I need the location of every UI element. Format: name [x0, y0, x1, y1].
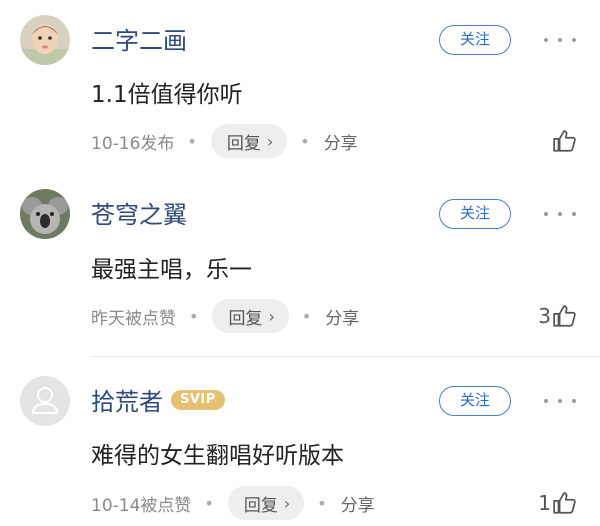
follow-button[interactable]: 关注	[439, 25, 511, 55]
comment-meta-row: 10-16发布 • 回复 › • 分享	[91, 123, 358, 159]
comment-timestamp: 昨天被点赞	[91, 308, 176, 329]
reply-button[interactable]: 回复 ›	[212, 299, 289, 333]
more-options-icon[interactable]	[544, 391, 576, 411]
separator-dot: •	[301, 306, 312, 326]
share-button[interactable]: 分享	[325, 304, 359, 329]
avatar[interactable]	[20, 189, 70, 239]
share-button[interactable]: 分享	[324, 129, 358, 154]
comment-timestamp: 10-14被点赞	[91, 495, 192, 516]
reply-label: 回复	[228, 308, 263, 329]
follow-button[interactable]: 关注	[439, 199, 511, 229]
separator-dot: •	[204, 493, 214, 513]
more-options-icon[interactable]	[544, 30, 576, 50]
comment-meta-row: 昨天被点赞 • 回复 › • 分享	[91, 298, 359, 334]
like-button[interactable]: 3	[530, 300, 578, 332]
comment-text: 1.1倍值得你听	[91, 82, 243, 108]
chevron-right-icon: ›	[266, 131, 274, 151]
share-button[interactable]: 分享	[341, 491, 375, 516]
comment-text: 最强主唱，乐一	[91, 257, 252, 283]
comment-text: 难得的女生翻唱好听版本	[91, 443, 344, 469]
like-button[interactable]: 1	[530, 487, 578, 519]
separator-dot: •	[317, 493, 327, 513]
separator-dot: •	[300, 131, 310, 151]
like-count: 1	[538, 491, 551, 515]
separator-dot: •	[187, 131, 197, 151]
reply-button[interactable]: 回复 ›	[210, 124, 288, 158]
username[interactable]: 二字二画	[91, 26, 187, 56]
divider	[91, 356, 600, 357]
comment-timestamp: 10-16发布	[91, 133, 175, 154]
like-button[interactable]	[530, 125, 578, 157]
username[interactable]: 苍穹之翼	[91, 200, 187, 230]
avatar[interactable]	[20, 15, 70, 65]
thumbs-up-icon	[553, 130, 576, 152]
more-options-icon[interactable]	[544, 204, 576, 224]
separator-dot: •	[189, 306, 199, 326]
reply-label: 回复	[226, 133, 261, 154]
avatar[interactable]	[20, 376, 70, 426]
thumbs-up-icon	[553, 492, 576, 514]
like-count: 3	[538, 304, 551, 328]
comment-meta-row: 10-14被点赞 • 回复 › • 分享	[91, 485, 375, 521]
thumbs-up-icon	[553, 305, 576, 327]
chevron-right-icon: ›	[268, 306, 275, 326]
reply-button[interactable]: 回复 ›	[227, 486, 305, 520]
follow-button[interactable]: 关注	[439, 386, 511, 416]
chevron-right-icon: ›	[283, 493, 291, 513]
svip-badge: SVIP	[171, 390, 225, 410]
username-text: 拾荒者	[91, 388, 163, 416]
username[interactable]: 拾荒者 SVIP	[91, 387, 225, 417]
reply-label: 回复	[243, 495, 278, 516]
